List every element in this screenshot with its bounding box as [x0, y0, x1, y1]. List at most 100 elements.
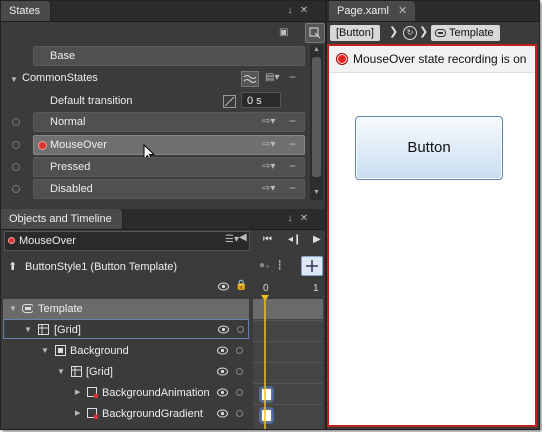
- tree-label: [Grid]: [86, 366, 113, 378]
- tree-row-grid[interactable]: ▼ [Grid]: [3, 319, 249, 339]
- lock-toggle-icon[interactable]: [236, 410, 243, 417]
- play-icon[interactable]: ▶: [313, 234, 321, 245]
- state-normal-pin-icon[interactable]: [12, 118, 20, 126]
- transition-preview-button[interactable]: [305, 23, 325, 43]
- add-transition-arrow-icon[interactable]: ⇨▾: [262, 183, 275, 195]
- collapse-commonstates-icon[interactable]: ▼: [10, 76, 18, 84]
- states-scrollbar[interactable]: ▲ ▼: [310, 45, 323, 200]
- breadcrumb: [Button] ❯ ↻ ❯ Template: [327, 22, 539, 44]
- tree-label: BackgroundGradient: [102, 408, 203, 420]
- remove-state-icon[interactable]: −: [289, 182, 296, 194]
- state-pressed[interactable]: Pressed ⇨▾ −: [33, 157, 305, 177]
- close-panel-icon[interactable]: ✕: [297, 212, 311, 226]
- remove-state-icon[interactable]: −: [289, 160, 296, 172]
- state-pressed-label: Pressed: [50, 161, 91, 173]
- objects-tab[interactable]: Objects and Timeline: [1, 209, 123, 229]
- add-transition-arrow-icon[interactable]: ⇨▾: [262, 139, 275, 151]
- eye-icon[interactable]: [217, 409, 228, 418]
- eye-icon[interactable]: [217, 346, 228, 355]
- record-keyframe-icon[interactable]: ●₊: [259, 260, 270, 271]
- tree-label: BackgroundAnimation: [102, 387, 210, 399]
- pin-icon[interactable]: ↓: [283, 212, 297, 226]
- expand-icon[interactable]: ▼: [9, 305, 17, 313]
- state-disabled-pin-icon[interactable]: [12, 185, 20, 193]
- tree-row-background-gradient[interactable]: ▶ BackgroundGradient: [3, 404, 249, 424]
- edit-template-icon[interactable]: ↻: [403, 26, 417, 40]
- expand-icon[interactable]: ▼: [57, 368, 65, 376]
- artboard[interactable]: MouseOver state recording is on Button: [327, 44, 537, 427]
- design-button[interactable]: Button: [355, 116, 503, 180]
- storyboard-picker[interactable]: MouseOver ☰▾: [4, 231, 250, 251]
- tree-label: [Grid]: [54, 324, 81, 336]
- states-scroll-thumb[interactable]: [312, 57, 321, 177]
- collapse-timeline-icon[interactable]: ◀: [239, 232, 247, 243]
- close-panel-icon[interactable]: ✕: [297, 4, 311, 18]
- scroll-up-icon[interactable]: ▲: [313, 46, 320, 53]
- state-base[interactable]: Base: [33, 46, 305, 66]
- add-transition-arrow-icon[interactable]: ⇨▾: [262, 116, 275, 128]
- recording-toggle-icon[interactable]: [336, 53, 348, 65]
- tree-row-template[interactable]: ▼ Template: [3, 299, 249, 319]
- add-state-group-icon[interactable]: ▣: [279, 27, 288, 39]
- add-transition-icon[interactable]: ▤▾: [265, 72, 279, 84]
- playhead[interactable]: [260, 295, 270, 429]
- tree-label: Template: [38, 303, 83, 315]
- tree-label: Background: [70, 345, 129, 357]
- breadcrumb-button[interactable]: [Button]: [330, 25, 380, 41]
- document-tab[interactable]: Page.xaml ✕: [329, 1, 416, 21]
- tree-row-background[interactable]: ▼ Background: [3, 341, 249, 361]
- remove-group-icon[interactable]: −: [289, 71, 296, 83]
- close-tab-icon[interactable]: ✕: [398, 5, 407, 17]
- grid-icon: [38, 324, 49, 335]
- remove-state-icon[interactable]: −: [289, 115, 296, 127]
- state-base-label: Base: [50, 50, 76, 62]
- lock-toggle-icon[interactable]: [236, 389, 243, 396]
- storyboard-options-icon[interactable]: ☰▾: [225, 234, 239, 245]
- expand-icon[interactable]: ▶: [75, 410, 80, 418]
- border-icon: [55, 345, 66, 356]
- eye-icon[interactable]: [218, 325, 229, 334]
- template-icon: [22, 304, 33, 313]
- state-mouseover-pin-icon[interactable]: [12, 141, 20, 149]
- expand-icon[interactable]: ▼: [24, 326, 32, 334]
- states-tab[interactable]: States: [1, 1, 52, 21]
- rectangle-animated-icon: [87, 408, 98, 419]
- state-disabled[interactable]: Disabled ⇨▾ −: [33, 179, 305, 199]
- add-transition-arrow-icon[interactable]: ⇨▾: [262, 161, 275, 173]
- scroll-down-icon[interactable]: ▼: [313, 189, 320, 196]
- breadcrumb-separator-icon: ❯: [389, 26, 399, 38]
- timeline-zoom-button[interactable]: [301, 256, 323, 276]
- state-disabled-label: Disabled: [50, 183, 93, 195]
- lock-toggle-icon[interactable]: [236, 368, 243, 375]
- lock-toggle-icon[interactable]: [237, 326, 244, 333]
- transition-effect-button[interactable]: [241, 71, 259, 87]
- eye-icon[interactable]: [217, 367, 228, 376]
- grid-icon: [71, 366, 82, 377]
- lock-all-icon[interactable]: 🔒: [235, 280, 247, 291]
- lock-toggle-icon[interactable]: [236, 347, 243, 354]
- state-mouseover[interactable]: MouseOver ⇨▾ −: [33, 135, 305, 155]
- state-normal-label: Normal: [50, 116, 86, 128]
- go-to-first-frame-icon[interactable]: ⏮: [263, 234, 272, 245]
- breadcrumb-template[interactable]: Template: [431, 25, 500, 41]
- tree-row-background-animation[interactable]: ▶ BackgroundAnimation: [3, 383, 249, 403]
- scope-up-icon[interactable]: ⬆: [8, 260, 17, 273]
- show-all-eye-icon[interactable]: [218, 282, 229, 291]
- tree-row-inner-grid[interactable]: ▼ [Grid]: [3, 362, 249, 382]
- default-transition-duration-input[interactable]: 0 s: [241, 92, 281, 108]
- states-panel-header: States ↓ ✕: [1, 1, 326, 22]
- previous-frame-icon[interactable]: ◂❙: [288, 234, 301, 245]
- document-tabs: Page.xaml ✕: [327, 1, 539, 22]
- expand-icon[interactable]: ▶: [75, 389, 80, 397]
- eye-icon[interactable]: [217, 388, 228, 397]
- snap-icon[interactable]: ┇: [277, 260, 282, 271]
- state-pressed-pin-icon[interactable]: [12, 163, 20, 171]
- remove-state-icon[interactable]: −: [289, 138, 296, 150]
- template-icon: [435, 29, 446, 37]
- state-normal[interactable]: Normal ⇨▾ −: [33, 112, 305, 132]
- expand-icon[interactable]: ▼: [41, 347, 49, 355]
- easing-icon[interactable]: [223, 95, 236, 108]
- default-transition-label: Default transition: [50, 95, 133, 107]
- blend-window: States ↓ ✕ ▣ Base ▼ CommonStates ▤▾ − De…: [0, 0, 540, 430]
- pin-icon[interactable]: ↓: [283, 4, 297, 18]
